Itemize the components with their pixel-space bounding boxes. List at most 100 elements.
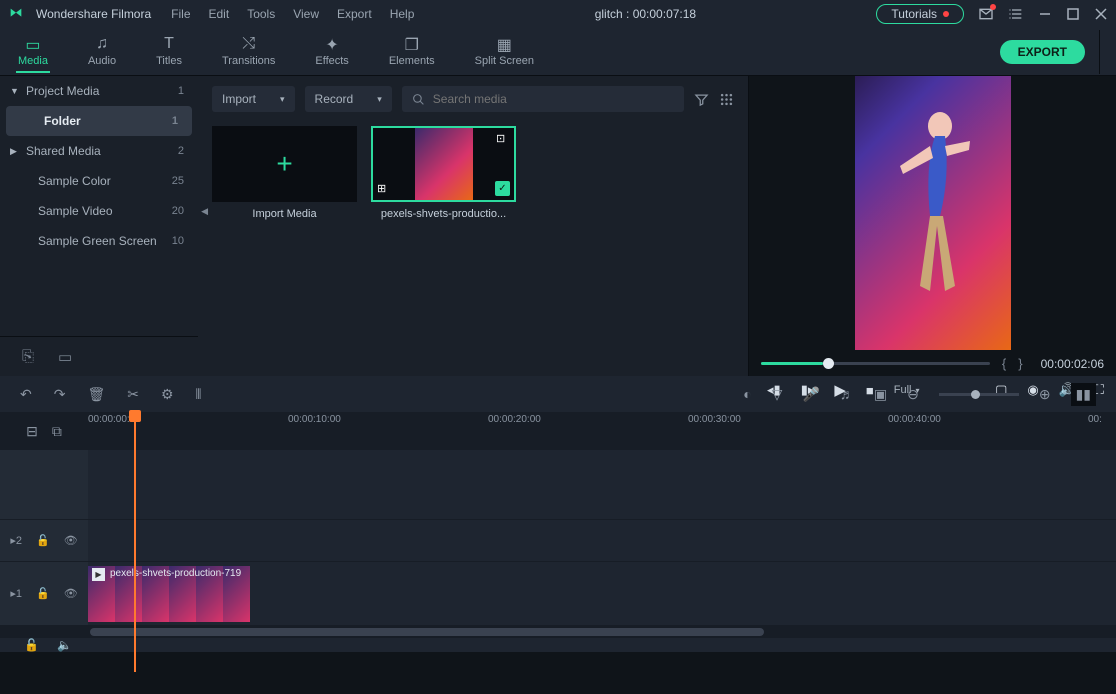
sidebar-label: Project Media: [26, 84, 99, 98]
filter-icon[interactable]: [694, 92, 709, 107]
audio-mixer-icon[interactable]: ♬: [840, 386, 854, 402]
plus-icon: +: [276, 148, 292, 180]
grid-view-icon[interactable]: [719, 92, 734, 107]
import-dropdown[interactable]: Import ▾: [212, 86, 295, 112]
track-v1-badge: ▸1: [10, 587, 22, 600]
playhead[interactable]: [134, 412, 136, 672]
preview-frame: [855, 76, 1011, 350]
media-clip-card[interactable]: ⊡ ⊞ ✓ pexels-shvets-productio...: [371, 126, 516, 220]
search-input[interactable]: [433, 92, 674, 106]
tab-elements-label: Elements: [389, 55, 435, 67]
import-media-card[interactable]: + Import Media: [212, 126, 357, 220]
footer-audio-icon[interactable]: 🔈: [57, 638, 72, 652]
elements-icon: ❐: [405, 35, 419, 53]
import-label: Import: [222, 92, 256, 106]
mark-in-icon[interactable]: {: [1002, 356, 1006, 371]
preview-viewport[interactable]: [749, 76, 1116, 350]
tutorials-button[interactable]: Tutorials: [876, 4, 964, 24]
menu-view[interactable]: View: [293, 7, 319, 21]
minimize-icon[interactable]: [1038, 7, 1052, 21]
mark-out-icon[interactable]: }: [1018, 356, 1022, 371]
add-to-timeline-icon[interactable]: ⊞: [377, 182, 391, 196]
marker-icon[interactable]: ▽: [772, 386, 783, 403]
search-icon: [412, 93, 425, 106]
mail-icon[interactable]: [978, 6, 994, 22]
split-icon: ▦: [497, 35, 512, 53]
eye-icon[interactable]: 👁: [64, 587, 78, 600]
undo-icon[interactable]: ↶: [20, 386, 32, 403]
media-clip-label: pexels-shvets-productio...: [371, 208, 516, 220]
sidebar-label: Sample Color: [38, 174, 111, 188]
menu-edit[interactable]: Edit: [209, 7, 230, 21]
link-icon[interactable]: ⧉: [52, 423, 62, 440]
delete-icon[interactable]: 🗑: [87, 386, 105, 403]
render-icon[interactable]: ◐: [743, 386, 751, 402]
sidebar-label: Sample Green Screen: [38, 234, 157, 248]
timeline-scrollbar[interactable]: [0, 626, 1116, 638]
sidebar-count: 25: [172, 175, 184, 187]
sidebar-item-sample-video[interactable]: Sample Video20: [0, 196, 198, 226]
timeline-ruler[interactable]: 00:00:00:00 00:00:10:00 00:00:20:00 00:0…: [88, 412, 1116, 450]
toolbar-divider: [1099, 30, 1100, 74]
sidebar-count: 10: [172, 235, 184, 247]
lock-icon[interactable]: 🔓: [36, 534, 50, 547]
track-spacer: [0, 450, 1116, 520]
tab-media[interactable]: ▭ Media: [16, 31, 50, 73]
audio-wave-icon[interactable]: ⫴: [196, 386, 202, 403]
track-v1[interactable]: ▸1 🔓 👁 ▶ pexels-shvets-production-719: [0, 562, 1116, 626]
menu-help[interactable]: Help: [390, 7, 415, 21]
zoom-slider[interactable]: [939, 393, 1019, 396]
redo-icon[interactable]: ↷: [54, 386, 66, 403]
chevron-down-icon: ▾: [377, 94, 382, 105]
sidebar-item-project-media[interactable]: ▼Project Media1: [0, 76, 198, 106]
timeline-clip[interactable]: ▶ pexels-shvets-production-719: [88, 566, 250, 622]
sidebar-item-folder[interactable]: Folder1: [6, 106, 192, 136]
tab-media-label: Media: [18, 55, 48, 67]
ruler-label: 00:00:30:00: [688, 414, 741, 425]
fullscreen-icon[interactable]: ⛶: [1095, 382, 1104, 398]
search-box[interactable]: [402, 86, 684, 112]
tab-titles[interactable]: TTitles: [154, 31, 184, 73]
sidebar-count: 20: [172, 205, 184, 217]
split-icon[interactable]: ✂: [127, 386, 139, 403]
tab-elements[interactable]: ❐ Elements: [387, 31, 437, 73]
tab-effects[interactable]: ✦Effects: [313, 31, 350, 73]
tab-effects-label: Effects: [315, 55, 348, 67]
folder-icon: ▭: [25, 35, 40, 53]
export-button[interactable]: EXPORT: [1000, 40, 1085, 64]
menu-tools[interactable]: Tools: [247, 7, 275, 21]
tab-split-screen[interactable]: ▦Split Screen: [473, 31, 536, 73]
sidebar-count: 1: [172, 115, 178, 127]
crop-icon[interactable]: ▣: [874, 386, 887, 403]
zoom-in-icon[interactable]: ⊕: [1039, 386, 1051, 403]
tab-audio-label: Audio: [88, 55, 116, 67]
zoom-fit-icon[interactable]: ▮▮: [1071, 383, 1096, 406]
close-icon[interactable]: [1094, 7, 1108, 21]
sidebar-item-sample-green[interactable]: Sample Green Screen 10: [0, 226, 198, 256]
open-folder-icon[interactable]: ▭: [58, 348, 72, 366]
eye-icon[interactable]: 👁: [64, 534, 78, 547]
zoom-out-icon[interactable]: ⊖: [907, 386, 919, 403]
list-icon[interactable]: [1008, 6, 1024, 22]
settings-icon[interactable]: ⚙: [161, 386, 174, 403]
check-icon: ✓: [495, 181, 510, 196]
record-dropdown[interactable]: Record▾: [305, 86, 392, 112]
sidebar-label: Shared Media: [26, 144, 101, 158]
footer-lock-icon[interactable]: 🔓: [24, 638, 39, 652]
menu-file[interactable]: File: [171, 7, 190, 21]
track-v2[interactable]: ▸2🔓👁: [0, 520, 1116, 562]
chevron-down-icon: ▾: [280, 94, 285, 105]
lock-icon[interactable]: 🔓: [36, 587, 50, 600]
sidebar-item-sample-color[interactable]: Sample Color 25: [0, 166, 198, 196]
tab-transitions[interactable]: ⤭Transitions: [220, 31, 277, 73]
scrub-slider[interactable]: [761, 362, 990, 365]
notification-dot-icon: [943, 11, 949, 17]
new-folder-icon[interactable]: ⎘: [22, 348, 34, 365]
track-toggle-icon[interactable]: ⊟: [26, 423, 38, 440]
tab-audio[interactable]: ♫Audio: [86, 31, 118, 73]
transitions-icon: ⤭: [242, 35, 255, 53]
menu-export[interactable]: Export: [337, 7, 372, 21]
voiceover-icon[interactable]: 🎤: [802, 386, 819, 403]
sidebar-item-shared-media[interactable]: ▶Shared Media2: [0, 136, 198, 166]
maximize-icon[interactable]: [1066, 7, 1080, 21]
